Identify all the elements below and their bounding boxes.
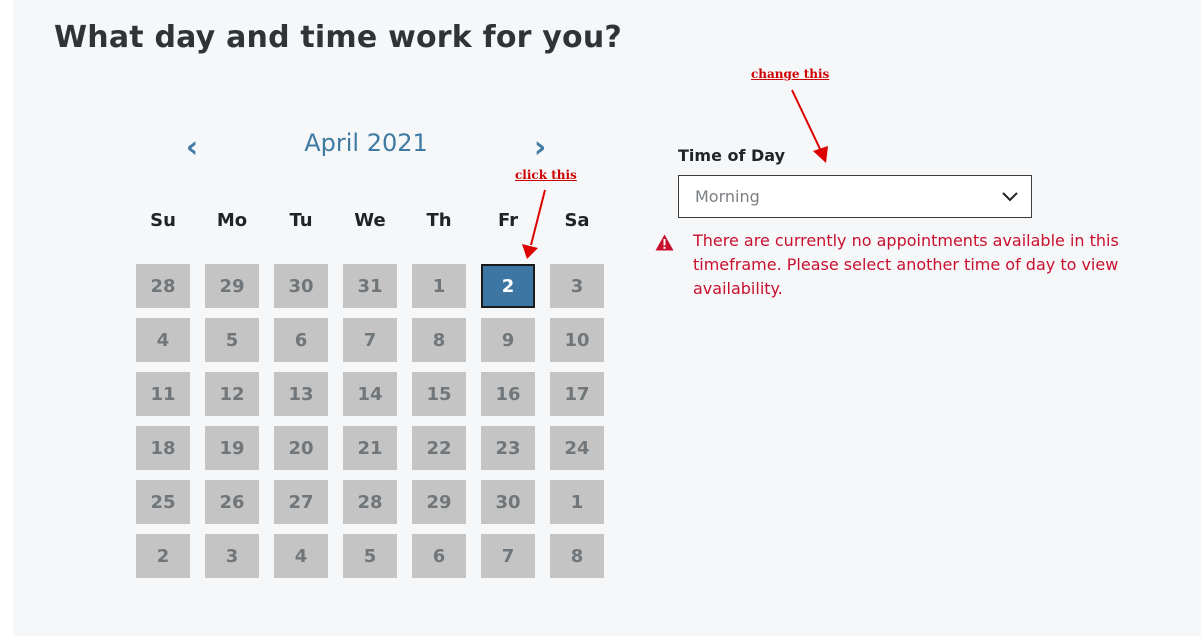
calendar-day[interactable]: 4 (274, 534, 328, 578)
warning-icon (655, 234, 674, 251)
calendar-grid: 28 29 30 31 1 2 3 4 5 6 7 8 9 10 11 12 1… (136, 264, 606, 578)
calendar-day[interactable]: 3 (205, 534, 259, 578)
calendar-day-selected[interactable]: 2 (481, 264, 535, 308)
calendar-day[interactable]: 7 (343, 318, 397, 362)
calendar-day[interactable]: 6 (412, 534, 466, 578)
month-label: April 2021 (304, 129, 428, 157)
calendar-day[interactable]: 20 (274, 426, 328, 470)
calendar-day[interactable]: 29 (412, 480, 466, 524)
calendar-day[interactable]: 5 (343, 534, 397, 578)
calendar-day[interactable]: 17 (550, 372, 604, 416)
annotation-click-this: click this (515, 168, 577, 182)
calendar-day[interactable]: 30 (481, 480, 535, 524)
calendar-day[interactable]: 23 (481, 426, 535, 470)
calendar-day[interactable]: 26 (205, 480, 259, 524)
calendar-day[interactable]: 2 (136, 534, 190, 578)
calendar-day[interactable]: 24 (550, 426, 604, 470)
calendar-day[interactable]: 27 (274, 480, 328, 524)
calendar-day[interactable]: 5 (205, 318, 259, 362)
weekday-header: Tu (289, 210, 313, 231)
calendar-day[interactable]: 9 (481, 318, 535, 362)
calendar-day[interactable]: 28 (136, 264, 190, 308)
weekday-header: Sa (564, 210, 590, 231)
calendar-day[interactable]: 8 (550, 534, 604, 578)
time-of-day-value: Morning (695, 187, 760, 206)
weekday-header: Su (150, 210, 176, 231)
time-of-day-label: Time of Day (678, 146, 786, 165)
error-message: There are currently no appointments avai… (693, 231, 1119, 298)
calendar-day[interactable]: 22 (412, 426, 466, 470)
page-title: What day and time work for you? (54, 20, 623, 55)
calendar-day[interactable]: 12 (205, 372, 259, 416)
chevron-down-icon (1002, 192, 1018, 202)
calendar-day[interactable]: 15 (412, 372, 466, 416)
calendar-day[interactable]: 10 (550, 318, 604, 362)
calendar-day[interactable]: 8 (412, 318, 466, 362)
calendar-day[interactable]: 3 (550, 264, 604, 308)
calendar-day[interactable]: 28 (343, 480, 397, 524)
calendar-day[interactable]: 16 (481, 372, 535, 416)
calendar-day[interactable]: 13 (274, 372, 328, 416)
next-month-button[interactable]: › (528, 131, 552, 165)
calendar-day[interactable]: 1 (412, 264, 466, 308)
calendar-day[interactable]: 30 (274, 264, 328, 308)
calendar-day[interactable]: 18 (136, 426, 190, 470)
calendar-day[interactable]: 25 (136, 480, 190, 524)
calendar-day[interactable]: 19 (205, 426, 259, 470)
previous-month-button[interactable]: ‹ (180, 131, 204, 165)
calendar-day[interactable]: 31 (343, 264, 397, 308)
time-of-day-select[interactable]: Morning (678, 175, 1032, 218)
calendar-day[interactable]: 4 (136, 318, 190, 362)
calendar-day[interactable]: 29 (205, 264, 259, 308)
calendar-day[interactable]: 7 (481, 534, 535, 578)
calendar-day[interactable]: 11 (136, 372, 190, 416)
calendar-day[interactable]: 1 (550, 480, 604, 524)
calendar-day[interactable]: 6 (274, 318, 328, 362)
weekday-header: Fr (497, 210, 519, 231)
weekday-header: We (354, 210, 386, 231)
calendar-day[interactable]: 21 (343, 426, 397, 470)
annotation-change-this: change this (751, 67, 830, 81)
calendar-day[interactable]: 14 (343, 372, 397, 416)
weekday-header: Mo (216, 210, 248, 231)
weekday-header: Th (426, 210, 452, 231)
